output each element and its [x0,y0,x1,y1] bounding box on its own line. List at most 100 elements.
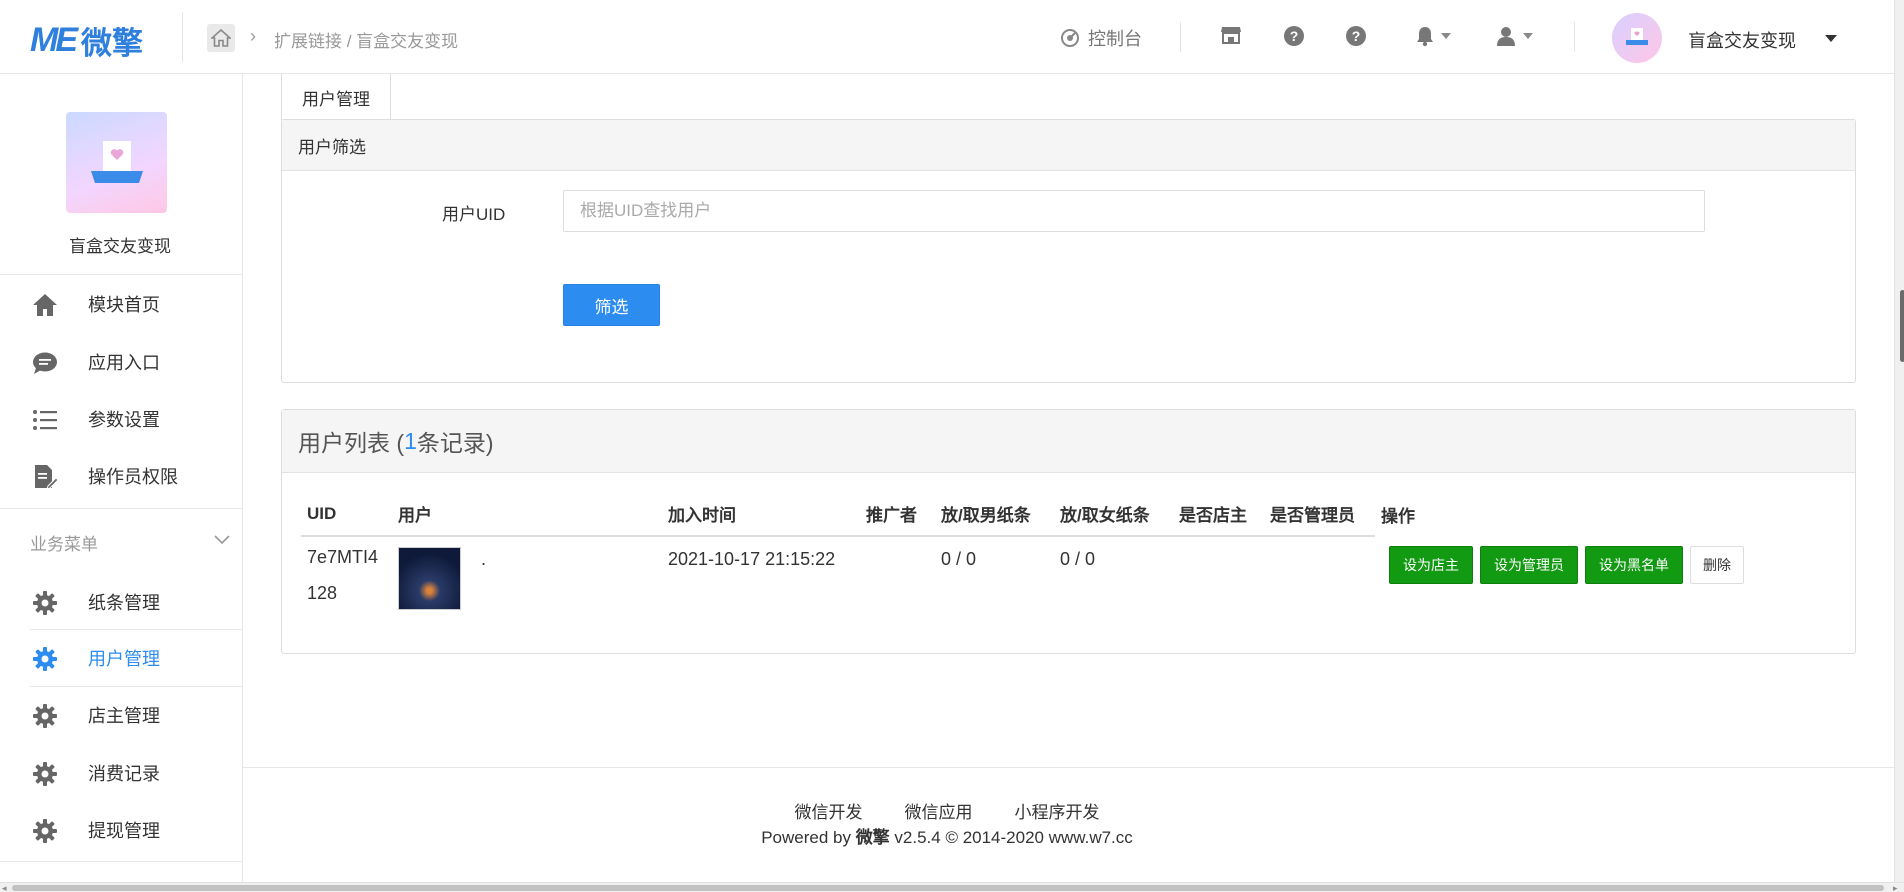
table-header-row: UID 用户 加入时间 推广者 放/取男纸条 放/取女纸条 是否店主 是否管理员… [301,492,1857,537]
scrollbar-thumb[interactable] [1900,290,1904,362]
vertical-scrollbar[interactable] [1894,0,1904,882]
set-admin-button[interactable]: 设为管理员 [1480,546,1579,584]
avatar[interactable] [1612,13,1662,63]
console-link[interactable]: 控制台 [1060,25,1142,51]
sidebar-item-label: 操作员权限 [88,467,178,487]
divider [0,861,242,862]
join-time-cell: 2021-10-17 21:15:22 [668,549,836,569]
store-icon[interactable] [1220,25,1242,45]
column-header: 是否店主 [1173,492,1264,537]
scrollbar-thumb[interactable] [12,885,1884,891]
chevron-down-icon [1441,33,1451,39]
scroll-left-icon[interactable]: ◂ [2,883,7,892]
divider [243,767,1894,768]
sidebar-item-label: 消费记录 [88,764,160,784]
sidebar-item-operator-permissions[interactable]: 操作员权限 [0,448,242,504]
home-icon[interactable] [207,24,235,52]
user-nickname: . [481,549,487,569]
divider [0,274,242,275]
footer-copyright: Powered by 微擎 v2.5.4 © 2014-2020 www.w7.… [761,828,1133,847]
footer-links: 微信开发 微信应用 小程序开发 [243,798,1651,823]
table-row: 7e7MTI4128 . 2021-10-17 21:15:22 0 / 0 0… [301,536,1857,620]
sidebar-item-label: 纸条管理 [88,593,160,613]
sidebar-item-label: 应用入口 [88,353,160,373]
user-name[interactable]: 盲盒交友变现 [1688,27,1796,53]
actions-cell: 设为店主 设为管理员 设为黑名单 删除 [1375,536,1857,620]
sidebar-item-note-management[interactable]: 纸条管理 [0,574,242,630]
breadcrumb-chevron-icon: › [250,26,256,46]
user-list-title: 用户列表 (1 条记录) [282,410,1855,473]
breadcrumb[interactable]: 扩展链接 / 盲盒交友变现 [274,27,458,52]
document-edit-icon [32,464,58,490]
column-header: 推广者 [860,492,935,537]
chat-bubble-icon [32,350,58,376]
set-blacklist-button[interactable]: 设为黑名单 [1585,546,1684,584]
divider [0,508,242,509]
filter-button[interactable]: 筛选 [563,284,660,326]
sidebar-item-module-home[interactable]: 模块首页 [0,276,242,332]
sidebar-item-label: 店主管理 [88,706,160,726]
footer-brand: 微擎 [855,828,890,847]
console-label: 控制台 [1088,29,1142,49]
chevron-down-icon[interactable] [1825,35,1837,42]
delete-button[interactable]: 删除 [1690,546,1745,584]
divider [1574,22,1575,52]
column-header: 是否管理员 [1264,492,1375,537]
is-owner-cell [1173,536,1264,620]
male-notes-cell: 0 / 0 [941,549,977,569]
column-header: 放/取男纸条 [935,492,1054,537]
sidebar-item-param-settings[interactable]: 参数设置 [0,391,242,447]
notification-bell[interactable] [1415,25,1451,47]
gear-icon [32,703,58,729]
sidebar-item-app-entry[interactable]: 应用入口 [0,334,242,390]
gear-icon [32,761,58,787]
is-admin-cell [1264,536,1375,620]
chevron-down-icon [1523,33,1533,39]
sidebar-item-label: 模块首页 [88,295,160,315]
filter-panel-title: 用户筛选 [282,120,1855,171]
divider [1180,22,1181,52]
main-content: 用户管理 用户筛选 用户UID 筛选 用户列表 (1条记录) UID 用户 加入… [243,74,1894,882]
user-avatar [398,547,461,610]
horizontal-scrollbar[interactable]: ◂ ▸ [0,882,1904,892]
svg-text:?: ? [1290,28,1299,44]
dashboard-icon [1061,29,1079,47]
app-logo [66,112,167,213]
list-settings-icon [32,407,58,433]
help-icon[interactable]: ? [1345,25,1367,47]
column-header: UID [301,492,392,537]
logo-text: 微擎 [81,26,143,61]
chevron-down-icon[interactable] [214,532,230,550]
uid-cell: 7e7MTI4128 [307,547,379,603]
sidebar-item-owner-management[interactable]: 店主管理 [0,687,242,743]
filter-panel: 用户筛选 用户UID 筛选 [281,119,1856,383]
sidebar: 盲盒交友变现 模块首页 应用入口 参数设置 操作员权限 业务菜单 纸条管理 用户… [0,74,243,882]
user-table: UID 用户 加入时间 推广者 放/取男纸条 放/取女纸条 是否店主 是否管理员… [301,492,1857,620]
bell-icon [1417,27,1433,47]
logo-mark: ME [30,21,78,59]
user-icon [1497,27,1515,46]
help-icon[interactable]: ? [1283,25,1305,47]
tab-user-management[interactable]: 用户管理 [281,74,391,120]
gear-icon [32,818,58,844]
sidebar-item-label: 参数设置 [88,410,160,430]
sidebar-item-withdrawal-management[interactable]: 提现管理 [0,802,242,858]
sidebar-item-consumption-records[interactable]: 消费记录 [0,745,242,801]
sidebar-section-label: 业务菜单 [30,535,98,554]
uid-search-input[interactable] [563,190,1705,232]
scroll-right-icon[interactable]: ▸ [1893,883,1898,892]
footer-link-wechat-apps[interactable]: 微信应用 [905,798,973,823]
top-header: ME 微擎 › 扩展链接 / 盲盒交友变现 控制台 ? ? 盲盒交友变现 [0,0,1894,74]
set-owner-button[interactable]: 设为店主 [1389,546,1473,584]
sidebar-item-label: 提现管理 [88,821,160,841]
column-header: 用户 [392,492,662,537]
footer-link-wechat-dev[interactable]: 微信开发 [795,798,863,823]
uid-label: 用户UID [442,205,506,224]
footer-link-miniprogram-dev[interactable]: 小程序开发 [1015,798,1100,823]
female-notes-cell: 0 / 0 [1060,549,1096,569]
logo[interactable]: ME 微擎 [30,18,143,63]
sidebar-item-user-management[interactable]: 用户管理 [0,630,242,686]
promoter-cell [860,536,935,620]
user-cell: . [392,536,662,620]
user-menu[interactable] [1495,25,1533,47]
